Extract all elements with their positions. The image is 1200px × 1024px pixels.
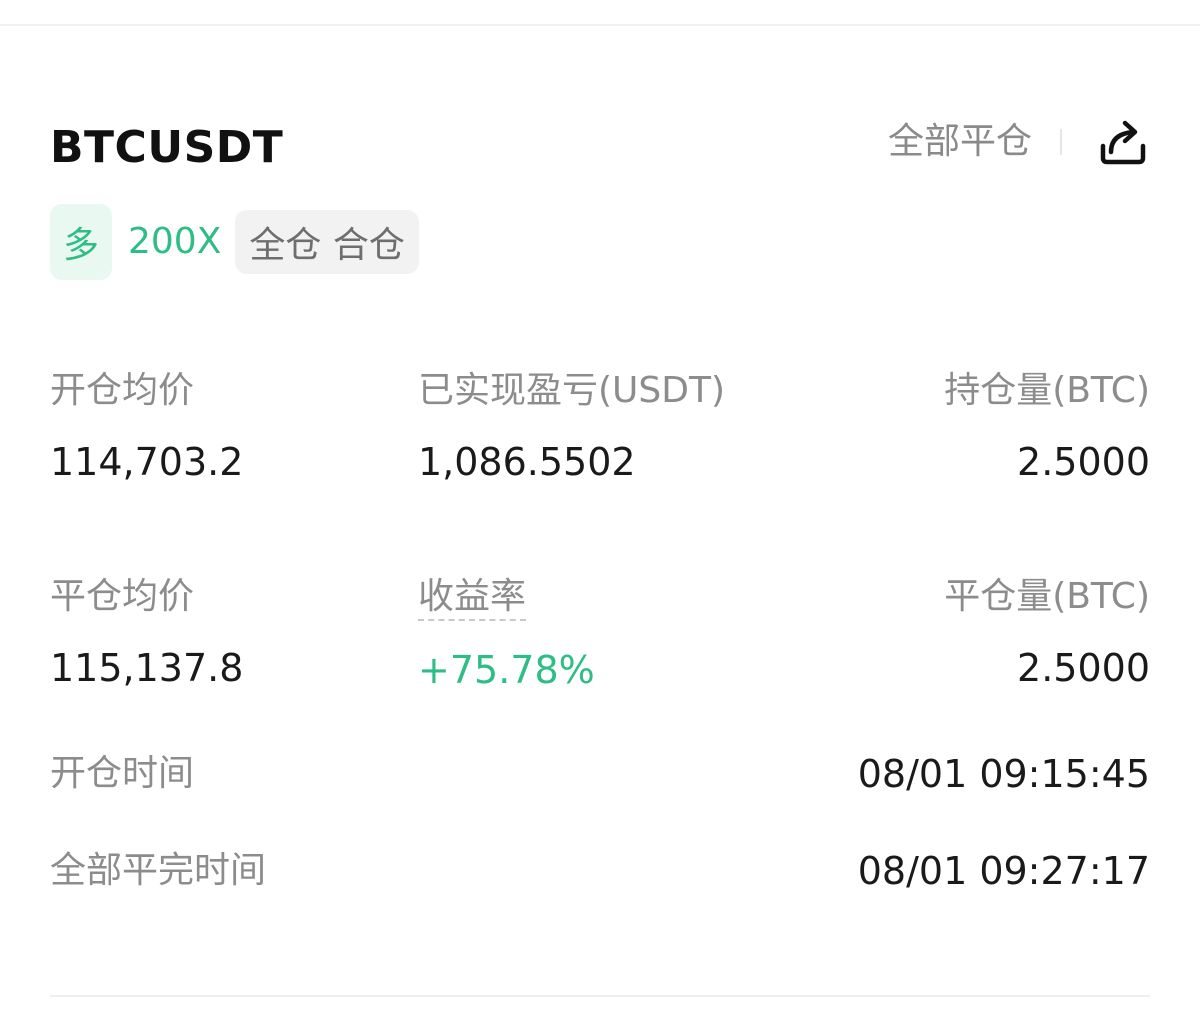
- divider: [1060, 129, 1062, 155]
- symbol-title: BTCUSDT: [50, 122, 284, 173]
- open-avg-price-label: 开仓均价: [50, 370, 195, 411]
- close-size-value: 2.5000: [1017, 646, 1150, 690]
- close-time-label: 全部平完时间: [50, 850, 267, 891]
- side-badge: 多: [50, 204, 112, 280]
- open-time-label: 开仓时间: [50, 753, 195, 794]
- roi-value: +75.78%: [418, 648, 595, 692]
- realized-pnl-label: 已实现盈亏(USDT): [418, 370, 726, 411]
- share-icon[interactable]: [1096, 115, 1150, 169]
- roi-label-text[interactable]: 收益率: [418, 576, 527, 621]
- close-avg-price-value: 115,137.8: [50, 646, 244, 690]
- leverage-badge: 200X: [128, 221, 222, 262]
- realized-pnl-value: 1,086.5502: [418, 440, 636, 484]
- position-card: BTCUSDT 全部平仓 多 200X 全仓 合仓 开仓均价 114,703.2…: [0, 0, 1200, 1024]
- position-tags: 多 200X 全仓 合仓: [50, 204, 419, 280]
- open-avg-price-value: 114,703.2: [50, 440, 244, 484]
- open-time-value: 08/01 09:15:45: [857, 752, 1150, 796]
- close-time-value: 08/01 09:27:17: [857, 849, 1150, 893]
- header-actions: 全部平仓: [888, 112, 1150, 172]
- top-divider: [0, 24, 1200, 26]
- close-all-button[interactable]: 全部平仓: [888, 112, 1032, 172]
- close-avg-price-label: 平仓均价: [50, 576, 195, 617]
- roi-label[interactable]: 收益率: [418, 572, 527, 622]
- position-size-value: 2.5000: [1017, 440, 1150, 484]
- bottom-divider: [50, 995, 1150, 997]
- margin-mode-badge: 全仓 合仓: [235, 210, 419, 274]
- close-size-label: 平仓量(BTC): [944, 576, 1150, 617]
- position-size-label: 持仓量(BTC): [944, 370, 1150, 411]
